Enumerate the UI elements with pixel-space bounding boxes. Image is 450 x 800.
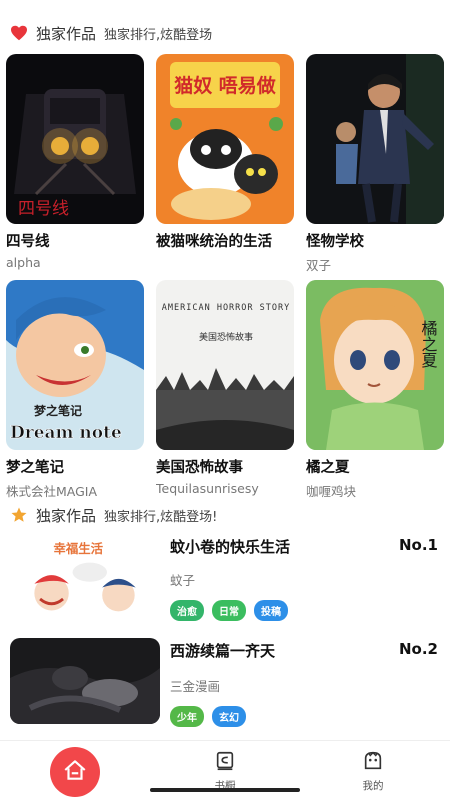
tab-mine[interactable]: 我的 [348, 741, 398, 800]
section-subtitle: 独家排行,炫酷登场! [104, 509, 218, 525]
thumb-image-happy-life: 幸福生活 [13, 534, 157, 620]
section-title: 独家作品 [36, 24, 97, 43]
ranking-author: 蚊子 [170, 573, 196, 588]
comic-name[interactable]: 梦之笔记 [6, 456, 144, 477]
section-subtitle: 独家排行,炫酷登场 [104, 27, 213, 43]
comic-name[interactable]: 美国恐怖故事 [156, 456, 294, 477]
bookshelf-icon [214, 750, 236, 776]
star-icon [10, 506, 28, 524]
home-icon [62, 757, 88, 787]
cover-title-text: 四号线 [18, 199, 69, 219]
cover-image-orange-summer: 橘之夏 [306, 280, 444, 450]
cover-image-dream-note: 梦之笔记 Dream note [6, 280, 144, 450]
ranking-item[interactable]: 幸福生活 蚊小卷的快乐生活 No.1 蚊子 治愈 日常 投稿 [0, 532, 450, 632]
ranking-number: No.1 [399, 536, 438, 554]
comic-card[interactable]: 梦之笔记 Dream note 梦之笔记 株式会社MAGIA [6, 280, 144, 500]
ranking-item[interactable]: 西游续篇一齐天 No.2 三金漫画 少年 玄幻 [0, 636, 450, 736]
comic-author: 株式会社MAGIA [6, 484, 98, 499]
tag-badge[interactable]: 治愈 [170, 600, 204, 621]
ranking-thumbnail[interactable] [10, 638, 160, 724]
comic-cover[interactable]: AMERICAN HORROR STORY 美国恐怖故事 [156, 280, 294, 450]
thumb-title-text: 幸福生活 [53, 541, 103, 556]
cover-image-cat: 猫奴 唔易做 [156, 54, 294, 224]
ranking-number: No.2 [399, 640, 438, 658]
cover-title-text: AMERICAN HORROR STORY [162, 303, 290, 313]
cover-subtitle-text: Dream note [10, 423, 122, 443]
ranking-author: 三金漫画 [170, 679, 221, 694]
comic-author: 咖喱鸡块 [306, 484, 357, 499]
cover-image-monster-school [306, 54, 444, 224]
section-header-ranking: 独家作品 独家排行,炫酷登场! [10, 502, 217, 528]
comic-card[interactable]: 四号线 四号线 alpha [6, 54, 144, 274]
ranking-tags: 治愈 日常 投稿 [170, 600, 288, 621]
ranking-tags: 少年 玄幻 [170, 706, 246, 727]
cover-title-text: 猫奴 唔易做 [174, 74, 276, 97]
comic-cover[interactable]: 橘之夏 [306, 280, 444, 450]
comic-cover[interactable]: 梦之笔记 Dream note [6, 280, 144, 450]
tag-badge[interactable]: 少年 [170, 706, 204, 727]
cover-image-subway: 四号线 [6, 54, 144, 224]
section-title: 独家作品 [36, 506, 97, 525]
comic-card[interactable]: 橘之夏 橘之夏 咖喱鸡块 [306, 280, 444, 500]
comic-author: Tequilasunrisesy [156, 481, 259, 496]
ranking-title[interactable]: 蚊小卷的快乐生活 [170, 536, 290, 557]
cover-subtitle-text: 美国恐怖故事 [199, 331, 253, 343]
tag-badge[interactable]: 日常 [212, 600, 246, 621]
comic-cover[interactable]: 猫奴 唔易做 [156, 54, 294, 224]
comic-cover[interactable] [306, 54, 444, 224]
cover-title-text: 橘之夏 [419, 320, 438, 368]
cover-image-american-horror: AMERICAN HORROR STORY 美国恐怖故事 [156, 280, 294, 450]
ranking-title[interactable]: 西游续篇一齐天 [170, 640, 275, 661]
tab-home[interactable] [50, 747, 100, 797]
comic-name[interactable]: 被猫咪统治的生活 [156, 230, 294, 251]
exclusive-grid: 四号线 四号线 alpha 猫奴 唔易做 被猫咪统治的生活 怪物学校 双子 梦之… [6, 54, 444, 500]
heart-icon [10, 25, 28, 41]
comic-author: alpha [6, 255, 41, 270]
thumb-image-journey-west [10, 638, 160, 724]
tag-badge[interactable]: 玄幻 [212, 706, 246, 727]
comic-name[interactable]: 四号线 [6, 230, 144, 251]
comic-name[interactable]: 橘之夏 [306, 456, 444, 477]
home-indicator [150, 788, 300, 792]
comic-card[interactable]: AMERICAN HORROR STORY 美国恐怖故事 美国恐怖故事 Tequ… [156, 280, 294, 500]
comic-name[interactable]: 怪物学校 [306, 230, 444, 251]
cover-title-text: 梦之笔记 [34, 403, 82, 418]
comic-author: 双子 [306, 258, 332, 273]
section-header-exclusive: 独家作品 独家排行,炫酷登场 [10, 20, 212, 46]
tab-label: 我的 [362, 779, 384, 792]
comic-card[interactable]: 猫奴 唔易做 被猫咪统治的生活 [156, 54, 294, 274]
ranking-thumbnail[interactable]: 幸福生活 [10, 534, 160, 620]
comic-cover[interactable]: 四号线 [6, 54, 144, 224]
bottom-tab-bar: 书橱 我的 [0, 740, 450, 800]
profile-icon [362, 750, 384, 776]
tag-badge[interactable]: 投稿 [254, 600, 288, 621]
comic-card[interactable]: 怪物学校 双子 [306, 54, 444, 274]
